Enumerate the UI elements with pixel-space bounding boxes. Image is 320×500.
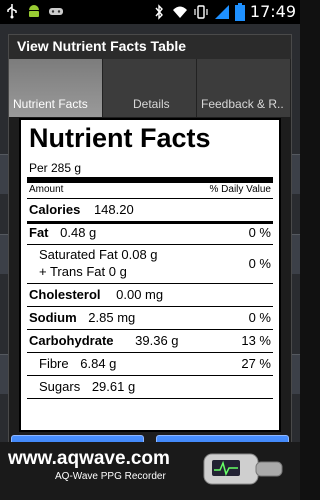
- nutrient-amount: 0.00 mg: [116, 287, 164, 302]
- tab-label: Nutrient Facts: [13, 97, 88, 111]
- nutrient-daily-value: 0 %: [248, 310, 271, 325]
- nutrient-daily-value: 27 %: [241, 356, 271, 371]
- pulse-oximeter-icon: [203, 453, 283, 485]
- gamepad-icon: [49, 8, 63, 15]
- tab-feedback[interactable]: Feedback & R..: [197, 59, 291, 117]
- row-sugars: Sugars 29.61 g: [39, 379, 271, 394]
- nutrient-label: Carbohydrate: [29, 333, 114, 348]
- signal-icon: [214, 4, 229, 19]
- dialog-title: View Nutrient Facts Table: [9, 35, 291, 59]
- nutrient-label: + Trans Fat 0 g: [39, 264, 127, 279]
- row-carbohydrate: Carbohydrate 39.36 g 13 %: [29, 333, 271, 348]
- divider: [27, 244, 273, 245]
- row-fat: Fat 0.48 g 0 %: [29, 225, 271, 240]
- wifi-icon: [172, 6, 187, 18]
- divider: [27, 306, 273, 307]
- nutrient-daily-value: 0 %: [248, 225, 271, 240]
- ad-subtitle: AQ-Wave PPG Recorder: [55, 471, 166, 482]
- column-header: Amount % Daily Value: [29, 184, 271, 195]
- nutrition-heading: Nutrient Facts: [29, 123, 211, 153]
- divider: [27, 221, 273, 224]
- row-fibre: Fibre 6.84 g: [39, 356, 271, 371]
- daily-value-header: % Daily Value: [209, 184, 271, 195]
- nutrition-panel: Nutrient Facts Per 285 g Amount % Daily …: [19, 118, 281, 432]
- nutrient-label: Calories: [29, 202, 81, 217]
- tab-label: Feedback & R..: [201, 97, 284, 111]
- divider: [27, 177, 273, 183]
- serving-size: Per 285 g: [29, 161, 82, 175]
- divider: [27, 283, 273, 284]
- row-cholesterol: Cholesterol 0.00 mg: [29, 287, 271, 302]
- android-icon: [29, 5, 39, 17]
- nutrient-amount: 2.85 mg: [88, 310, 136, 325]
- nutrient-daily-value: 0 %: [248, 256, 271, 271]
- nutrient-amount: 148.20: [93, 202, 134, 217]
- amount-header: Amount: [29, 184, 64, 195]
- status-bar: 17:49: [0, 0, 300, 24]
- vibrate-icon: [194, 4, 208, 19]
- notification-icons: [4, 3, 64, 19]
- nutrient-amount: 29.61 g: [91, 379, 136, 394]
- ad-url: www.aqwave.com: [8, 448, 170, 469]
- divider: [27, 375, 273, 376]
- nutrient-amount: 0.48 g: [60, 225, 97, 240]
- nutrient-facts-dialog: View Nutrient Facts Table Nutrient Facts…: [8, 34, 292, 478]
- bluetooth-icon: [155, 3, 163, 20]
- row-saturated-fat: Saturated Fat 0.08 g: [39, 247, 271, 262]
- divider: [27, 352, 273, 353]
- ad-banner[interactable]: www.aqwave.com AQ-Wave PPG Recorder: [0, 442, 300, 500]
- system-icons: 17:49: [151, 2, 296, 21]
- nutrient-label: Fibre: [39, 356, 69, 371]
- row-calories: Calories 148.20: [29, 202, 271, 217]
- tab-details[interactable]: Details: [103, 59, 197, 117]
- nutrient-amount: 6.84 g: [80, 356, 117, 371]
- nutrient-label: Fat: [29, 225, 49, 240]
- usb-icon: [7, 4, 17, 19]
- tab-nutrient-facts[interactable]: Nutrient Facts: [9, 59, 103, 117]
- nutrient-label: Saturated Fat 0.08 g: [39, 247, 158, 262]
- divider: [27, 398, 273, 399]
- row-trans-fat: + Trans Fat 0 g: [39, 264, 271, 279]
- battery-icon: [234, 2, 245, 21]
- tab-label: Details: [133, 97, 170, 111]
- divider: [27, 198, 273, 199]
- nutrient-daily-value: 13 %: [241, 333, 271, 348]
- row-sodium: Sodium 2.85 mg 0 %: [29, 310, 271, 325]
- nutrient-label: Sodium: [29, 310, 77, 325]
- tab-bar: Nutrient Facts Details Feedback & R..: [9, 59, 291, 117]
- clock-time: 17:49: [249, 2, 296, 21]
- nutrient-amount: 39.36 g: [135, 333, 179, 348]
- nutrient-label: Cholesterol: [29, 287, 101, 302]
- divider: [27, 329, 273, 330]
- nutrient-label: Sugars: [39, 379, 81, 394]
